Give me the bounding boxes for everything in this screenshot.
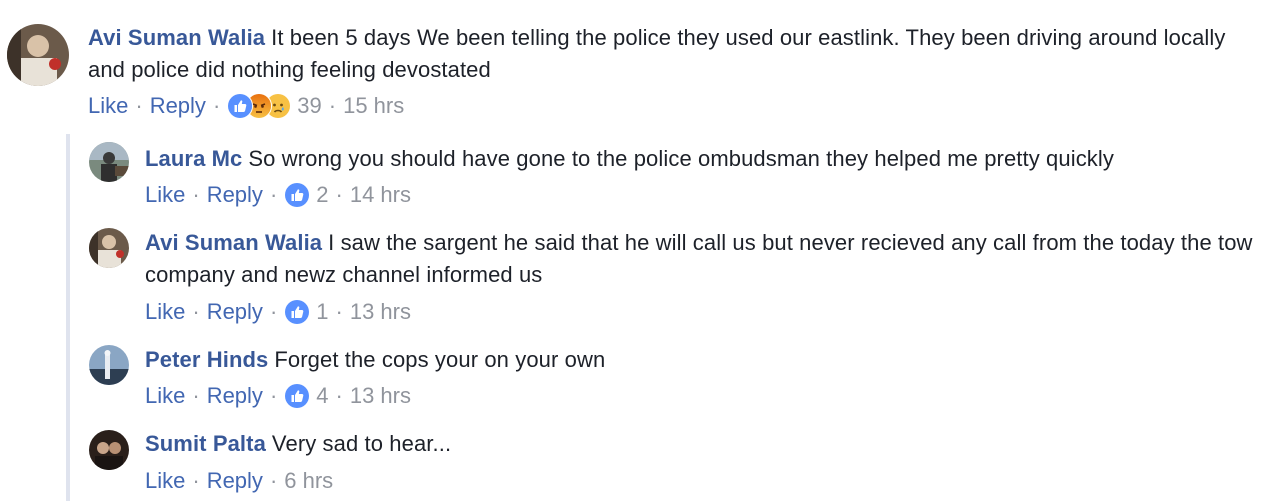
avatar[interactable] xyxy=(89,228,129,268)
comment-timestamp[interactable]: 6 hrs xyxy=(284,467,333,495)
reactions[interactable] xyxy=(284,383,311,409)
comment-timestamp[interactable]: 13 hrs xyxy=(350,382,411,410)
reactions[interactable] xyxy=(227,93,292,119)
avatar[interactable] xyxy=(89,345,129,385)
comment-author[interactable]: Avi Suman Walia xyxy=(145,230,322,255)
reactions[interactable] xyxy=(284,299,311,325)
reply-button[interactable]: Reply xyxy=(207,181,263,209)
reply-button[interactable]: Reply xyxy=(207,298,263,326)
reply-button[interactable]: Reply xyxy=(207,382,263,410)
comment-actions: Like · Reply · 4 · 13 hrs xyxy=(145,382,411,410)
comment-timestamp[interactable]: 14 hrs xyxy=(350,181,411,209)
comment-text: Laura Mc So wrong you should have gone to… xyxy=(145,143,1265,175)
comment-author[interactable]: Laura Mc xyxy=(145,146,242,171)
reaction-count[interactable]: 4 xyxy=(316,382,328,410)
comment-actions: Like · Reply · 1 · 13 hrs xyxy=(145,298,411,326)
reaction-count[interactable]: 1 xyxy=(316,298,328,326)
reaction-count[interactable]: 39 xyxy=(297,92,321,120)
like-button[interactable]: Like xyxy=(145,382,185,410)
like-button[interactable]: Like xyxy=(145,467,185,495)
comment-text: Avi Suman Walia It been 5 days We been te… xyxy=(88,22,1268,86)
comment-actions: Like · Reply · 6 hrs xyxy=(145,467,334,495)
comment-text: Peter Hinds Forget the cops your on your … xyxy=(145,344,1245,376)
comment-author[interactable]: Avi Suman Walia xyxy=(88,25,265,50)
comment-actions: Like · Reply · 2 · 14 hrs xyxy=(145,181,411,209)
like-icon xyxy=(284,383,311,409)
avatar[interactable] xyxy=(89,430,129,470)
like-icon xyxy=(227,93,254,119)
reaction-count[interactable]: 2 xyxy=(316,181,328,209)
reactions[interactable] xyxy=(284,182,311,208)
comment-actions: Like · Reply · 39 · 15 hrs xyxy=(88,92,405,120)
like-icon xyxy=(284,299,311,325)
reply-thread-line xyxy=(66,134,70,501)
comment-text: Avi Suman Walia I saw the sargent he said… xyxy=(145,227,1275,291)
reply-button[interactable]: Reply xyxy=(207,467,263,495)
comment-body: Very sad to hear... xyxy=(271,431,452,456)
like-button[interactable]: Like xyxy=(145,181,185,209)
comment-text: Sumit Palta Very sad to hear... xyxy=(145,428,1245,460)
avatar[interactable] xyxy=(7,24,69,86)
comment-timestamp[interactable]: 15 hrs xyxy=(343,92,404,120)
reply-button[interactable]: Reply xyxy=(150,92,206,120)
like-icon xyxy=(284,182,311,208)
comment-author[interactable]: Sumit Palta xyxy=(145,431,266,456)
comment-author[interactable]: Peter Hinds xyxy=(145,347,268,372)
comment-body: Forget the cops your on your own xyxy=(274,347,606,372)
comment-timestamp[interactable]: 13 hrs xyxy=(350,298,411,326)
like-button[interactable]: Like xyxy=(88,92,128,120)
avatar[interactable] xyxy=(89,142,129,182)
comment-body: So wrong you should have gone to the pol… xyxy=(248,146,1114,171)
like-button[interactable]: Like xyxy=(145,298,185,326)
